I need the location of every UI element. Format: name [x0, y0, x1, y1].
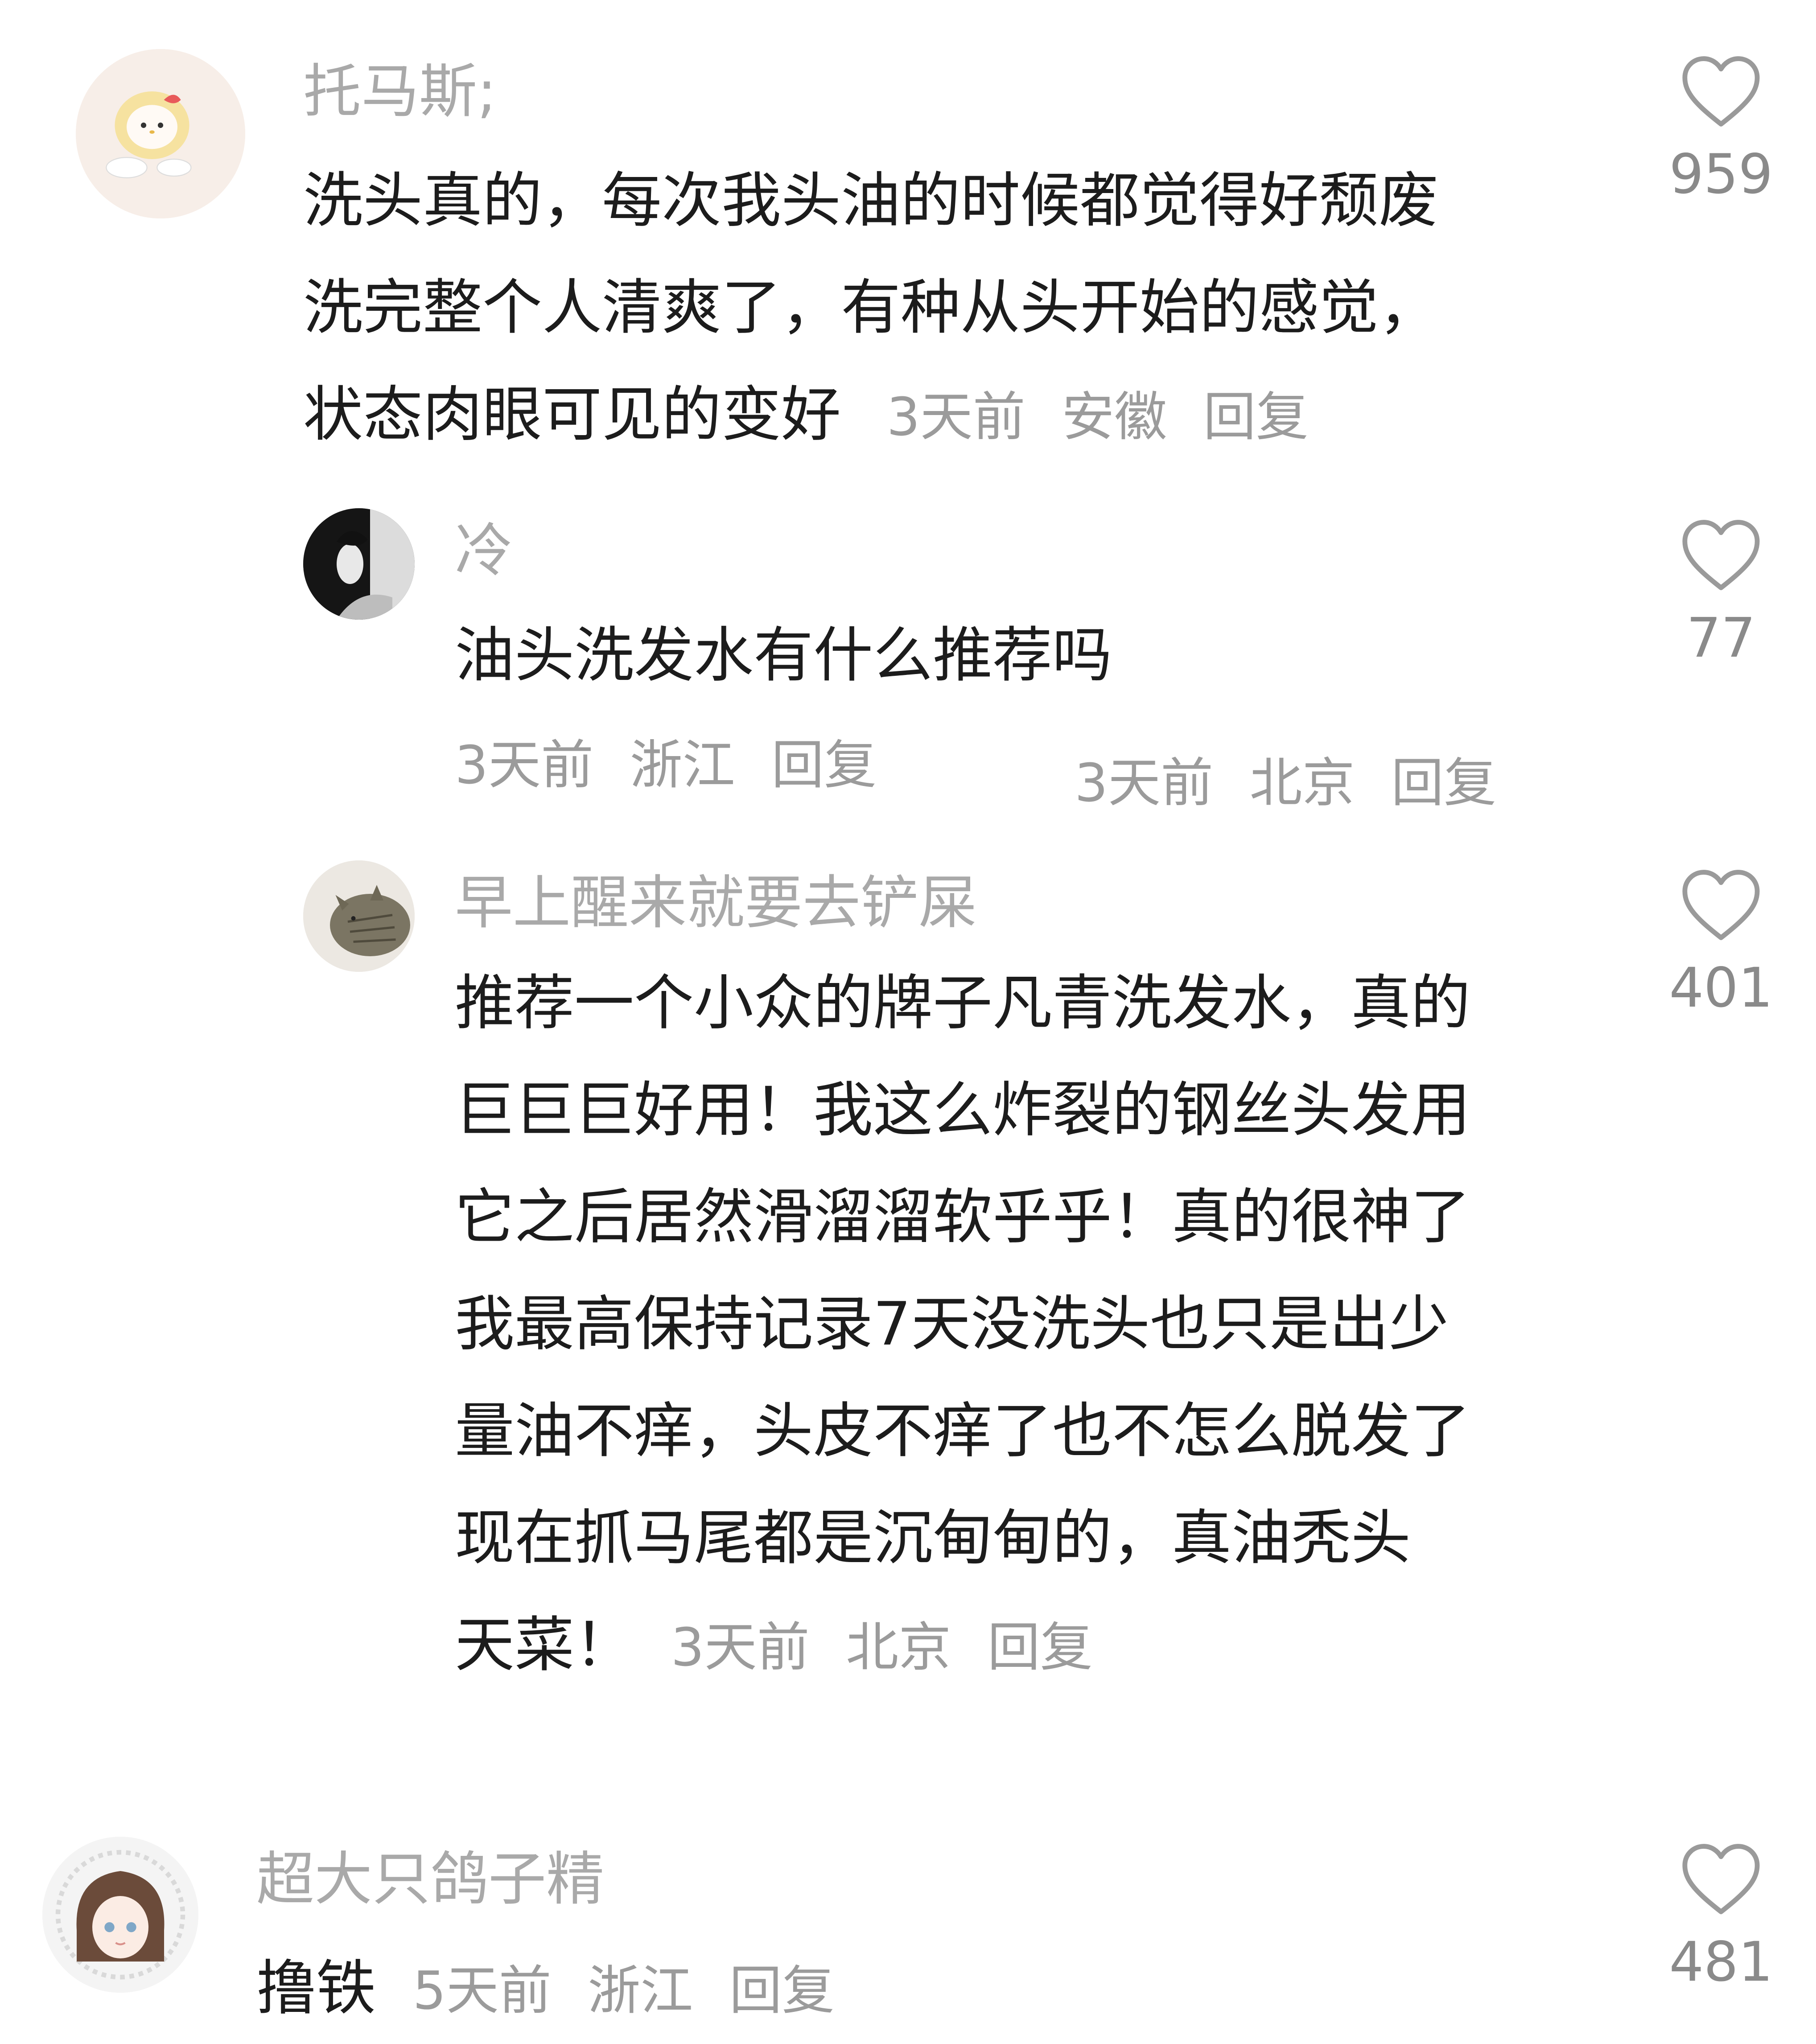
comment-location: 浙江 — [630, 734, 735, 796]
avatar-image-cartoon — [76, 49, 245, 218]
reply-button[interactable]: 回复 — [988, 1616, 1093, 1678]
like-button[interactable]: 959 — [1663, 53, 1779, 202]
comment-text-line: 撸铁 5天前 浙江 回复 — [256, 1935, 1594, 2044]
reply-button[interactable]: 回复 — [1203, 386, 1309, 448]
avatar[interactable] — [303, 860, 415, 972]
comment-text: 油头洗发水有什么推荐吗 — [455, 602, 1614, 709]
reply-button[interactable]: 回复 — [729, 1960, 835, 2021]
comment-text-line: 它之后居然滑溜溜软乎乎！真的很神了 — [455, 1182, 1471, 1252]
reply-button[interactable]: 回复 — [771, 734, 877, 796]
avatar-image-cat — [303, 860, 415, 972]
like-count: 401 — [1669, 956, 1773, 1020]
like-button[interactable]: 481 — [1663, 1841, 1779, 1989]
avatar[interactable] — [76, 49, 245, 218]
comment-location: 北京 — [1249, 752, 1355, 814]
like-count: 959 — [1669, 143, 1773, 206]
like-button[interactable]: 401 — [1663, 867, 1779, 1015]
username[interactable]: 冷 — [455, 522, 513, 580]
comment-meta-overlay: 3天前 北京 回复 — [1075, 740, 1496, 816]
avatar-image-doll — [42, 1837, 198, 1993]
comment-time: 5天前 — [412, 1960, 552, 2021]
comment-text: 撸铁 5天前 浙江 回复 — [256, 1935, 1594, 2044]
like-count: 77 — [1686, 606, 1756, 670]
comment-time: 3天前 — [455, 734, 594, 796]
comment-text: 推荐一个小众的牌子凡青洗发水，真的 巨巨巨好用！我这么炸裂的钢丝头发用 它之后居… — [455, 950, 1659, 1701]
reply-button[interactable]: 回复 — [1391, 752, 1496, 814]
heart-outline-icon — [1682, 56, 1760, 127]
comment-text-line: 推荐一个小众的牌子凡青洗发水，真的 — [455, 968, 1471, 1038]
avatar[interactable] — [42, 1837, 198, 1993]
comment-meta: 3天前 安徽 回复 — [887, 386, 1309, 448]
comment-time: 3天前 — [886, 386, 1025, 448]
comment-meta: 3天前 浙江 回复 — [455, 722, 877, 798]
comment-time: 3天前 — [1075, 752, 1214, 814]
heart-outline-icon — [1682, 520, 1760, 590]
comment-text-segment: 天菜！ — [455, 1610, 634, 1680]
comment-location: 北京 — [846, 1616, 951, 1678]
comment-text-line: 洗完整个人清爽了，有种从头开始的感觉， — [303, 273, 1439, 342]
avatar-image-portrait — [303, 508, 415, 620]
username[interactable]: 早上醒来就要去铲屎 — [455, 874, 976, 932]
comment-text-line: 状态肉眼可见的变好 3天前 安徽 回复 — [303, 361, 1708, 470]
comment-text-line: 量油不痒，头皮不痒了也不怎么脱发了 — [455, 1396, 1471, 1466]
comment-location: 安徽 — [1062, 386, 1167, 448]
heart-outline-icon — [1682, 870, 1760, 940]
comment-text-segment: 状态肉眼可见的变好 — [303, 380, 841, 449]
comment-text-line: 天菜！ 3天前 北京 回复 — [455, 1592, 1659, 1701]
username[interactable]: 托马斯; — [303, 62, 497, 120]
comment-text-line: 洗头真的，每次我头油的时候都觉得好颓废 — [303, 166, 1439, 235]
comment-text-line: 我最高保持记录7天没洗头也只是出少 — [455, 1289, 1449, 1359]
like-count: 481 — [1669, 1930, 1773, 1994]
username[interactable]: 超大只鸽子精 — [256, 1850, 604, 1908]
comment-location: 浙江 — [588, 1960, 693, 2021]
comment-text-line: 油头洗发水有什么推荐吗 — [455, 621, 1112, 690]
heart-outline-icon — [1682, 1844, 1760, 1914]
avatar[interactable] — [303, 508, 415, 620]
comment-time: 3天前 — [671, 1616, 810, 1678]
comment-meta: 3天前 北京 回复 — [671, 1616, 1093, 1678]
comment-text-segment: 撸铁 — [256, 1954, 376, 2023]
like-button[interactable]: 77 — [1663, 517, 1779, 665]
comment-text-line: 现在抓马尾都是沉甸甸的，真油秃头 — [455, 1503, 1411, 1573]
comment-text: 洗头真的，每次我头油的时候都觉得好颓废 洗完整个人清爽了，有种从头开始的感觉， … — [303, 147, 1708, 470]
comment-text-line: 巨巨巨好用！我这么炸裂的钢丝头发用 — [455, 1075, 1471, 1145]
comment-meta: 5天前 浙江 回复 — [413, 1960, 835, 2021]
